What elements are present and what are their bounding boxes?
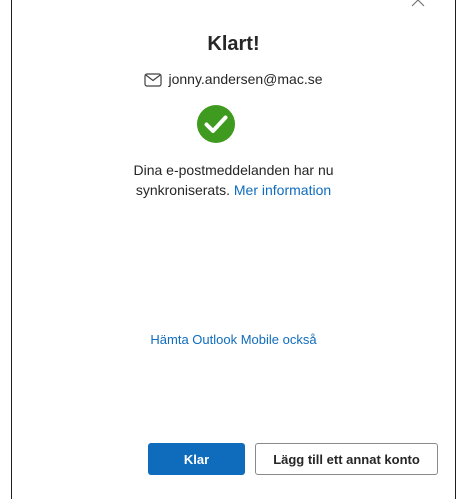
done-button[interactable]: Klar [148, 443, 245, 475]
mail-icon [144, 73, 163, 91]
message-line-1: Dina e-postmeddelanden har nu [133, 162, 334, 178]
account-row: jonny.andersen@mac.se [12, 70, 455, 91]
message-line-2: synkroniserats. Mer information [12, 180, 455, 200]
success-dialog: Klart! jonny.andersen@mac.se Dina e-post… [11, 0, 456, 499]
close-button[interactable] [411, 0, 425, 14]
more-info-link[interactable]: Mer information [234, 182, 331, 198]
get-outlook-mobile-link[interactable]: Hämta Outlook Mobile också [12, 332, 455, 347]
message-line-2-text: synkroniserats. [135, 182, 230, 198]
close-icon [411, 0, 425, 7]
account-email: jonny.andersen@mac.se [168, 71, 323, 87]
checkmark-circle-icon [197, 105, 235, 143]
add-another-account-button[interactable]: Lägg till ett annat konto [255, 443, 438, 475]
dialog-title: Klart! [207, 33, 260, 55]
sync-message: Dina e-postmeddelanden har nu synkronise… [12, 160, 455, 200]
